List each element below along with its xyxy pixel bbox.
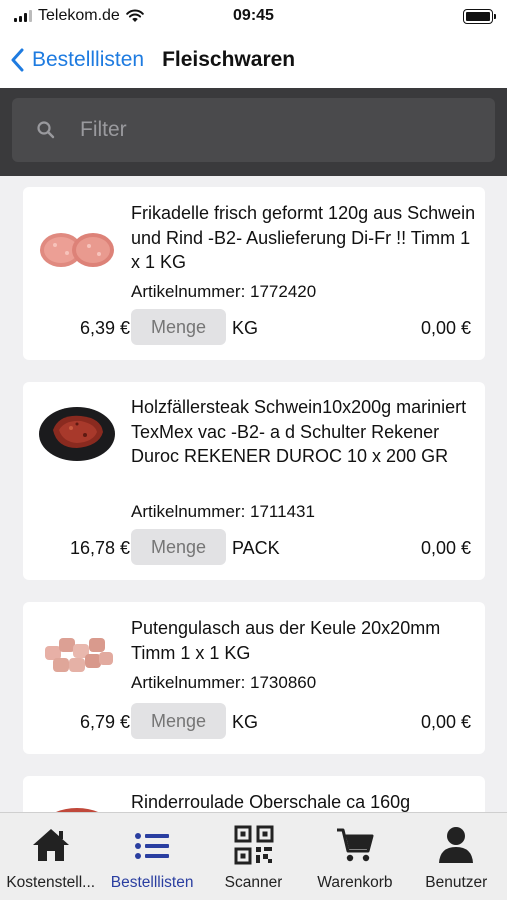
filter-input[interactable]: [80, 118, 460, 142]
article-number: Artikelnummer: 1730860: [131, 673, 317, 692]
cart-icon: [336, 828, 374, 862]
line-total: 0,00 €: [420, 318, 471, 338]
page-title: Fleischwaren: [162, 48, 296, 71]
product-title: Frikadelle frisch geformt 120g aus Schwe…: [131, 203, 476, 272]
tab-scanner[interactable]: Scanner: [203, 813, 304, 900]
tab-benutzer[interactable]: Benutzer: [406, 813, 507, 900]
status-bar: Telekom.de 09:45: [0, 0, 507, 32]
tab-bar: Kostenstell... Bestelllisten Scanner War…: [0, 812, 507, 900]
back-button[interactable]: Bestelllisten: [10, 48, 144, 72]
product-card: Putengulasch aus der Keule 20x20mm Timm …: [23, 602, 485, 754]
tab-bestelllisten[interactable]: Bestelllisten: [101, 813, 202, 900]
home-icon: [32, 829, 69, 861]
tab-warenkorb[interactable]: Warenkorb: [304, 813, 405, 900]
product-unit: PACK: [232, 538, 280, 558]
battery-icon: [463, 8, 496, 24]
chevron-left-icon: [11, 48, 24, 72]
product-title: Rinderroulade Oberschale ca 160g: [131, 792, 411, 812]
navigation-bar: Bestelllisten Fleischwaren: [0, 32, 507, 88]
search-bar: [0, 88, 507, 176]
status-time: 09:45: [233, 7, 274, 24]
line-total: 0,00 €: [420, 712, 471, 732]
turkey-goulash-image: [45, 638, 113, 672]
back-label: Bestelllisten: [32, 48, 145, 71]
article-number: Artikelnummer: 1711431: [131, 502, 315, 521]
product-title: Putengulasch aus der Keule 20x20mm Timm …: [131, 618, 441, 663]
tab-label: Benutzer: [425, 874, 488, 891]
product-list: Frikadelle frisch geformt 120g aus Schwe…: [0, 176, 507, 812]
tab-kostenstellen[interactable]: Kostenstell...: [0, 813, 101, 900]
tab-label: Bestelllisten: [110, 874, 194, 891]
product-unit: KG: [232, 318, 259, 338]
tab-label: Warenkorb: [317, 874, 393, 891]
product-card: Frikadelle frisch geformt 120g aus Schwe…: [23, 187, 485, 360]
product-price: 6,39 €: [79, 318, 130, 338]
quantity-input[interactable]: [131, 703, 226, 739]
qr-code-icon: [234, 825, 274, 865]
product-card: Holzfällersteak Schwein10x200g mariniert…: [23, 382, 485, 580]
list-icon: [135, 833, 170, 859]
tab-label: Scanner: [224, 874, 283, 891]
line-total: 0,00 €: [420, 538, 471, 558]
quantity-input[interactable]: [131, 309, 226, 345]
article-number: Artikelnummer: 1772420: [131, 282, 317, 301]
marinated-steak-image: [39, 407, 115, 461]
product-price: 16,78 €: [69, 538, 130, 558]
product-card: Rinderroulade Oberschale ca 160g: [23, 776, 485, 812]
user-icon: [439, 827, 474, 863]
search-box[interactable]: [12, 98, 495, 162]
meat-patties-image: [40, 233, 114, 267]
product-price: 6,79 €: [79, 712, 130, 732]
search-icon: [37, 121, 55, 139]
tab-label: Kostenstell...: [6, 874, 96, 891]
quantity-input[interactable]: [131, 529, 226, 565]
product-unit: KG: [232, 712, 259, 732]
beef-roulade-image: [56, 808, 98, 812]
product-title: Holzfällersteak Schwein10x200g mariniert…: [131, 397, 467, 466]
